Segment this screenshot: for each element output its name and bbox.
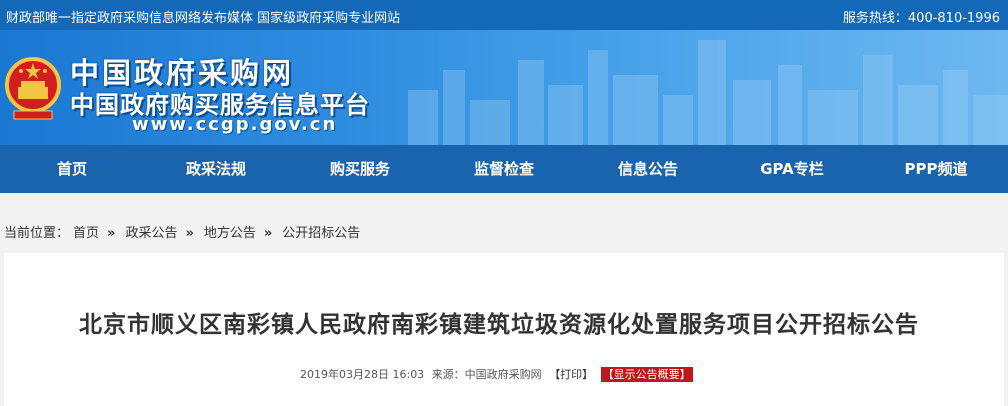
breadcrumb: 当前位置： 首页 » 政采公告 » 地方公告 » 公开招标公告 [4, 222, 364, 241]
breadcrumb-separator: » [185, 226, 194, 241]
nav-item-purchase-services[interactable]: 购买服务 [288, 145, 432, 193]
site-banner: 中国政府采购网 中国政府购买服务信息平台 www.ccgp.gov.cn [0, 30, 1008, 145]
breadcrumb-prefix: 当前位置： [4, 226, 70, 241]
nav-item-ppp[interactable]: PPP频道 [864, 145, 1008, 193]
nav-item-gpa[interactable]: GPA专栏 [720, 145, 864, 193]
service-hotline: 服务热线：400-810-1996 [842, 11, 1000, 26]
top-info-bar: 财政部唯一指定政府采购信息网络发布媒体 国家级政府采购专业网站 服务热线：400… [0, 0, 1008, 30]
breadcrumb-item-home[interactable]: 首页 [73, 226, 99, 241]
article-panel: 北京市顺义区南彩镇人民政府南彩镇建筑垃圾资源化处置服务项目公开招标公告 2019… [4, 253, 1004, 406]
show-summary-button[interactable]: 【显示公告概要】 [600, 367, 693, 382]
article-title: 北京市顺义区南彩镇人民政府南彩镇建筑垃圾资源化处置服务项目公开招标公告 [79, 312, 919, 338]
breadcrumb-item-local-notices[interactable]: 地方公告 [204, 226, 256, 241]
print-link[interactable]: 【打印】 [549, 368, 593, 381]
nav-item-supervision[interactable]: 监督检查 [432, 145, 576, 193]
article-source: 来源：中国政府采购网 [431, 368, 542, 381]
main-nav: 首页 政采法规 购买服务 监督检查 信息公告 GPA专栏 PPP频道 [0, 145, 1008, 193]
nav-item-announcements[interactable]: 信息公告 [576, 145, 720, 193]
breadcrumb-separator: » [263, 226, 273, 241]
nav-item-regulations[interactable]: 政采法规 [144, 145, 288, 193]
article-meta: 2019年03月28日 16:03 来源：中国政府采购网 【打印】 【显示公告概… [300, 366, 697, 382]
breadcrumb-item-procurement-notices[interactable]: 政采公告 [125, 226, 177, 241]
building-skyline-image [408, 40, 1008, 145]
site-url: www.ccgp.gov.cn [132, 114, 338, 135]
breadcrumb-separator: » [107, 226, 116, 241]
national-emblem-icon [5, 57, 61, 120]
site-slogan: 财政部唯一指定政府采购信息网络发布媒体 国家级政府采购专业网站 [6, 11, 401, 26]
breadcrumb-item-open-tender[interactable]: 公开招标公告 [282, 226, 360, 241]
publish-datetime: 2019年03月28日 16:03 [300, 368, 425, 381]
nav-item-home[interactable]: 首页 [0, 145, 144, 193]
